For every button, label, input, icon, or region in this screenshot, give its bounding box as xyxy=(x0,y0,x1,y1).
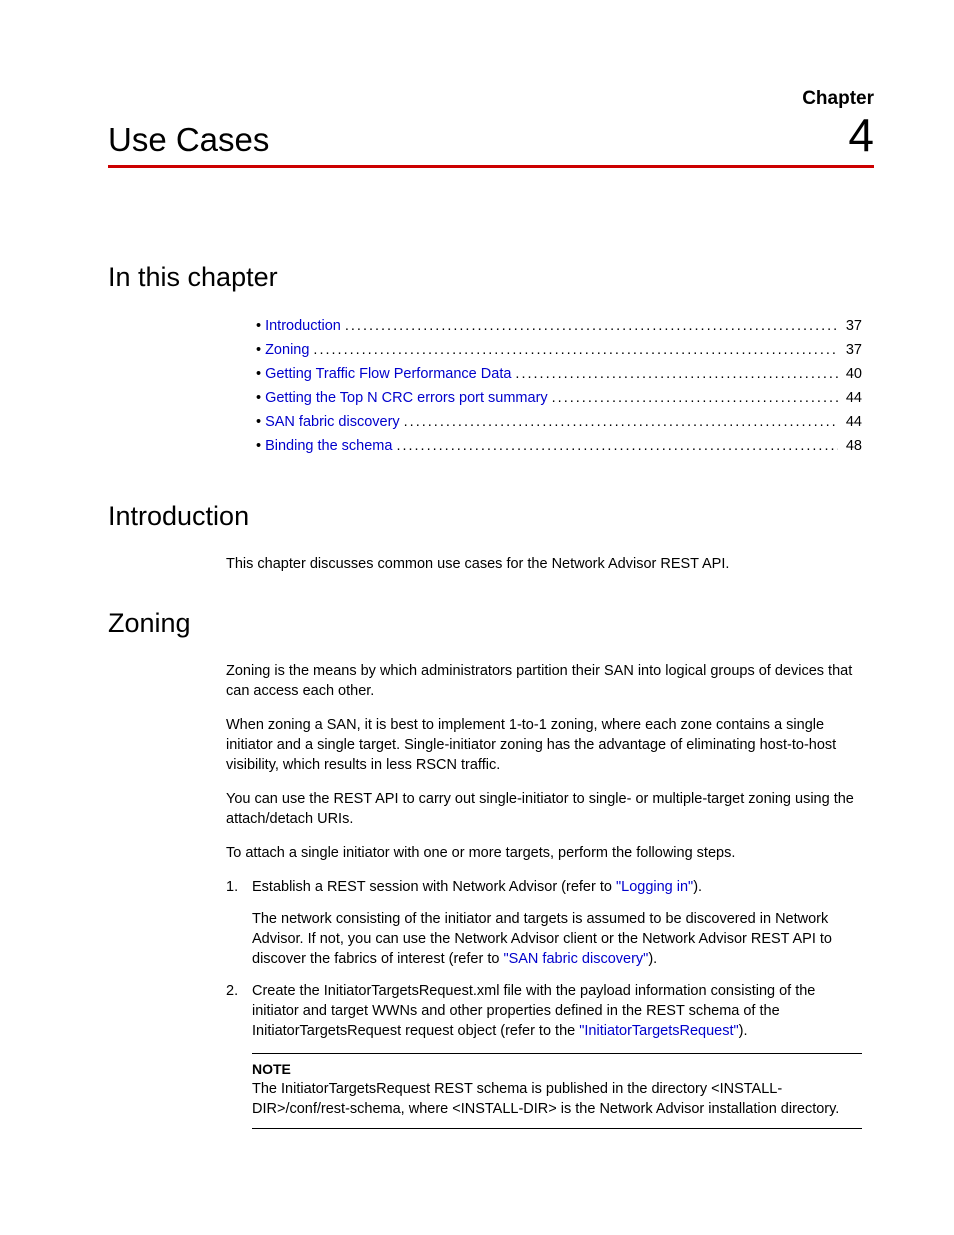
page-content: Chapter Use Cases 4 In this chapter • In… xyxy=(0,0,954,1189)
bullet-icon: • xyxy=(256,315,261,339)
toc-link-san-fabric[interactable]: SAN fabric discovery xyxy=(265,411,400,435)
link-initiator-targets-request[interactable]: "InitiatorTargetsRequest" xyxy=(579,1023,738,1039)
section-heading-in-this-chapter: In this chapter xyxy=(108,262,874,293)
chapter-title-row: Use Cases 4 xyxy=(108,112,874,168)
link-san-fabric-discovery[interactable]: "SAN fabric discovery" xyxy=(503,951,648,967)
bullet-icon: • xyxy=(256,411,261,435)
toc-page-number: 48 xyxy=(838,435,862,459)
toc-link-binding-schema[interactable]: Binding the schema xyxy=(265,435,392,459)
toc-item: • Zoning 37 xyxy=(256,339,862,363)
list-number: 1. xyxy=(226,877,252,969)
chapter-label: Chapter xyxy=(108,88,874,110)
list-body: Create the InitiatorTargetsRequest.xml f… xyxy=(252,981,862,1041)
toc-leader-dots xyxy=(400,411,838,435)
text-run: ). xyxy=(648,951,657,967)
paragraph: This chapter discusses common use cases … xyxy=(226,554,862,574)
note-block: NOTE The InitiatorTargetsRequest REST sc… xyxy=(252,1053,862,1129)
chapter-number: 4 xyxy=(848,112,874,158)
link-logging-in[interactable]: "Logging in" xyxy=(616,879,693,895)
toc-link-introduction[interactable]: Introduction xyxy=(265,315,341,339)
text-run: Establish a REST session with Network Ad… xyxy=(252,879,616,895)
list-body: Establish a REST session with Network Ad… xyxy=(252,877,862,969)
section-heading-introduction: Introduction xyxy=(108,501,874,532)
zoning-body: Zoning is the means by which administrat… xyxy=(226,661,862,1041)
toc-link-traffic-flow[interactable]: Getting Traffic Flow Performance Data xyxy=(265,363,511,387)
toc-page-number: 44 xyxy=(838,411,862,435)
table-of-contents: • Introduction 37 • Zoning 37 • Getting … xyxy=(256,315,862,459)
text-run: ). xyxy=(739,1023,748,1039)
toc-leader-dots xyxy=(341,315,838,339)
toc-item: • SAN fabric discovery 44 xyxy=(256,411,862,435)
list-number: 2. xyxy=(226,981,252,1041)
bullet-icon: • xyxy=(256,435,261,459)
toc-link-top-n-crc[interactable]: Getting the Top N CRC errors port summar… xyxy=(265,387,548,411)
toc-page-number: 37 xyxy=(838,339,862,363)
toc-page-number: 40 xyxy=(838,363,862,387)
toc-page-number: 44 xyxy=(838,387,862,411)
toc-page-number: 37 xyxy=(838,315,862,339)
chapter-title: Use Cases xyxy=(108,121,269,159)
toc-leader-dots xyxy=(511,363,838,387)
bullet-icon: • xyxy=(256,387,261,411)
toc-leader-dots xyxy=(392,435,838,459)
list-sub-paragraph: The network consisting of the initiator … xyxy=(252,909,862,969)
toc-item: • Getting Traffic Flow Performance Data … xyxy=(256,363,862,387)
toc-link-zoning[interactable]: Zoning xyxy=(265,339,309,363)
text-run: ). xyxy=(693,879,702,895)
introduction-body: This chapter discusses common use cases … xyxy=(226,554,862,574)
toc-item: • Introduction 37 xyxy=(256,315,862,339)
paragraph: To attach a single initiator with one or… xyxy=(226,843,862,863)
ordered-list-item: 2. Create the InitiatorTargetsRequest.xm… xyxy=(226,981,862,1041)
toc-leader-dots xyxy=(548,387,838,411)
paragraph: Zoning is the means by which administrat… xyxy=(226,661,862,701)
note-body: The InitiatorTargetsRequest REST schema … xyxy=(252,1080,862,1119)
section-heading-zoning: Zoning xyxy=(108,608,874,639)
bullet-icon: • xyxy=(256,363,261,387)
toc-item: • Getting the Top N CRC errors port summ… xyxy=(256,387,862,411)
bullet-icon: • xyxy=(256,339,261,363)
note-label: NOTE xyxy=(252,1060,862,1079)
paragraph: You can use the REST API to carry out si… xyxy=(226,789,862,829)
paragraph: When zoning a SAN, it is best to impleme… xyxy=(226,715,862,775)
ordered-list-item: 1. Establish a REST session with Network… xyxy=(226,877,862,969)
toc-leader-dots xyxy=(309,339,838,363)
toc-item: • Binding the schema 48 xyxy=(256,435,862,459)
